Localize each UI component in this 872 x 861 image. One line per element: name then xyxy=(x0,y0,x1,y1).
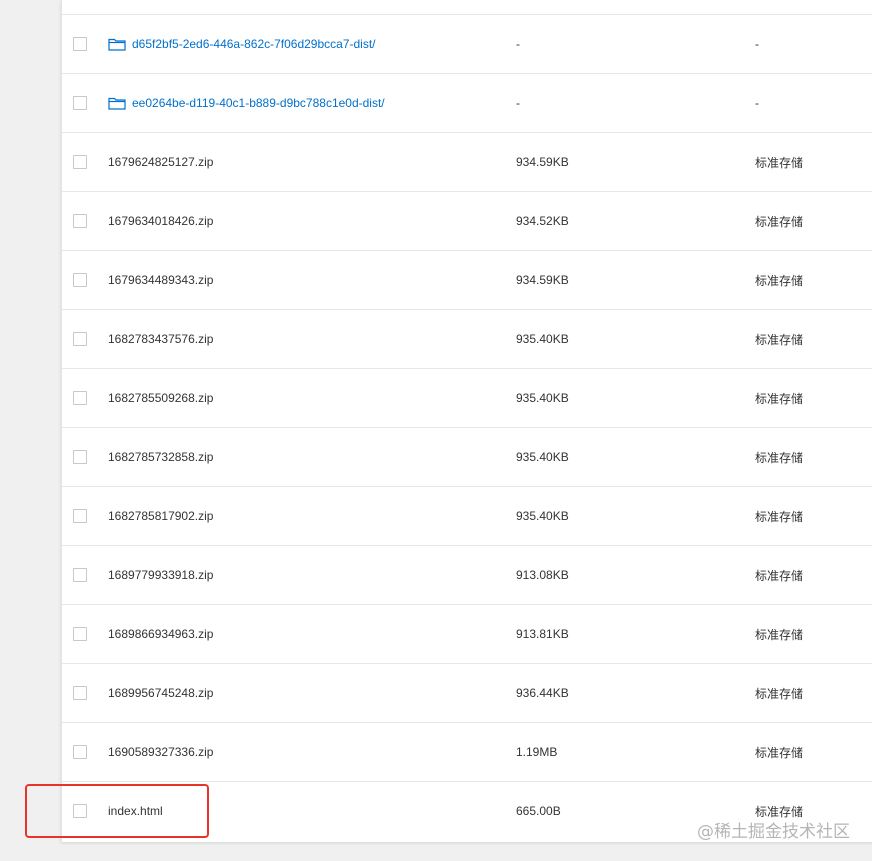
file-list-panel: d65f2bf5-2ed6-446a-862c-7f06d29bcca7-dis… xyxy=(61,0,872,842)
storage-class: 标准存储 xyxy=(755,509,804,524)
row-checkbox[interactable] xyxy=(73,214,87,228)
storage-class: 标准存储 xyxy=(755,568,804,583)
storage-class: 标准存储 xyxy=(755,745,804,760)
storage-class: 标准存储 xyxy=(755,391,804,406)
table-row[interactable]: 1689779933918.zip 913.08KB 标准存储 xyxy=(62,546,872,605)
table-row[interactable]: 1679624825127.zip 934.59KB 标准存储 xyxy=(62,133,872,192)
file-size: - xyxy=(516,37,520,51)
row-checkbox[interactable] xyxy=(73,568,87,582)
file-size: - xyxy=(516,96,520,110)
table-header-remnant xyxy=(62,0,872,15)
table-row[interactable]: 1690589327336.zip 1.19MB 标准存储 xyxy=(62,723,872,782)
file-size: 913.81KB xyxy=(516,627,569,641)
row-checkbox[interactable] xyxy=(73,686,87,700)
table-row[interactable]: 1679634018426.zip 934.52KB 标准存储 xyxy=(62,192,872,251)
file-size: 935.40KB xyxy=(516,391,569,405)
row-checkbox[interactable] xyxy=(73,450,87,464)
table-row[interactable]: ee0264be-d119-40c1-b889-d9bc788c1e0d-dis… xyxy=(62,74,872,133)
table-row[interactable]: 1689956745248.zip 936.44KB 标准存储 xyxy=(62,664,872,723)
file-name: 1682785509268.zip xyxy=(108,391,214,405)
row-checkbox[interactable] xyxy=(73,391,87,405)
storage-class: - xyxy=(755,96,759,110)
row-checkbox[interactable] xyxy=(73,273,87,287)
file-name: 1679634489343.zip xyxy=(108,273,214,287)
row-checkbox[interactable] xyxy=(73,155,87,169)
storage-class: 标准存储 xyxy=(755,686,804,701)
row-checkbox[interactable] xyxy=(73,804,87,818)
file-size: 935.40KB xyxy=(516,509,569,523)
storage-class: 标准存储 xyxy=(755,214,804,229)
file-name[interactable]: d65f2bf5-2ed6-446a-862c-7f06d29bcca7-dis… xyxy=(132,37,376,51)
table-row[interactable]: 1679634489343.zip 934.59KB 标准存储 xyxy=(62,251,872,310)
storage-class: 标准存储 xyxy=(755,332,804,347)
file-name: 1689779933918.zip xyxy=(108,568,214,582)
table-row[interactable]: 1682785817902.zip 935.40KB 标准存储 xyxy=(62,487,872,546)
file-name: 1682783437576.zip xyxy=(108,332,214,346)
file-size: 934.52KB xyxy=(516,214,569,228)
file-size: 665.00B xyxy=(516,804,561,818)
file-size: 1.19MB xyxy=(516,745,558,759)
table-row[interactable]: 1689866934963.zip 913.81KB 标准存储 xyxy=(62,605,872,664)
storage-class: 标准存储 xyxy=(755,450,804,465)
storage-class: 标准存储 xyxy=(755,273,804,288)
folder-icon xyxy=(108,37,126,51)
file-name: 1682785817902.zip xyxy=(108,509,214,523)
file-name: 1682785732858.zip xyxy=(108,450,214,464)
table-row[interactable]: 1682783437576.zip 935.40KB 标准存储 xyxy=(62,310,872,369)
table-row[interactable]: 1682785509268.zip 935.40KB 标准存储 xyxy=(62,369,872,428)
row-checkbox[interactable] xyxy=(73,37,87,51)
folder-icon xyxy=(108,96,126,110)
folder-link[interactable]: ee0264be-d119-40c1-b889-d9bc788c1e0d-dis… xyxy=(108,74,385,132)
file-name: 1679624825127.zip xyxy=(108,155,214,169)
file-size: 936.44KB xyxy=(516,686,569,700)
watermark: @稀土掘金技术社区 xyxy=(697,822,850,842)
folder-link[interactable]: d65f2bf5-2ed6-446a-862c-7f06d29bcca7-dis… xyxy=(108,15,376,73)
file-name[interactable]: ee0264be-d119-40c1-b889-d9bc788c1e0d-dis… xyxy=(132,96,385,110)
row-checkbox[interactable] xyxy=(73,509,87,523)
file-size: 935.40KB xyxy=(516,332,569,346)
file-name: index.html xyxy=(108,804,163,818)
row-checkbox[interactable] xyxy=(73,96,87,110)
table-row[interactable]: 1682785732858.zip 935.40KB 标准存储 xyxy=(62,428,872,487)
row-checkbox[interactable] xyxy=(73,745,87,759)
storage-class: 标准存储 xyxy=(755,627,804,642)
file-size: 935.40KB xyxy=(516,450,569,464)
file-name: 1679634018426.zip xyxy=(108,214,214,228)
file-size: 913.08KB xyxy=(516,568,569,582)
row-checkbox[interactable] xyxy=(73,627,87,641)
row-checkbox[interactable] xyxy=(73,332,87,346)
table-row[interactable]: d65f2bf5-2ed6-446a-862c-7f06d29bcca7-dis… xyxy=(62,15,872,74)
storage-class: - xyxy=(755,37,759,51)
storage-class: 标准存储 xyxy=(755,155,804,170)
file-name: 1690589327336.zip xyxy=(108,745,214,759)
file-name: 1689956745248.zip xyxy=(108,686,214,700)
file-size: 934.59KB xyxy=(516,273,569,287)
file-size: 934.59KB xyxy=(516,155,569,169)
file-name: 1689866934963.zip xyxy=(108,627,214,641)
